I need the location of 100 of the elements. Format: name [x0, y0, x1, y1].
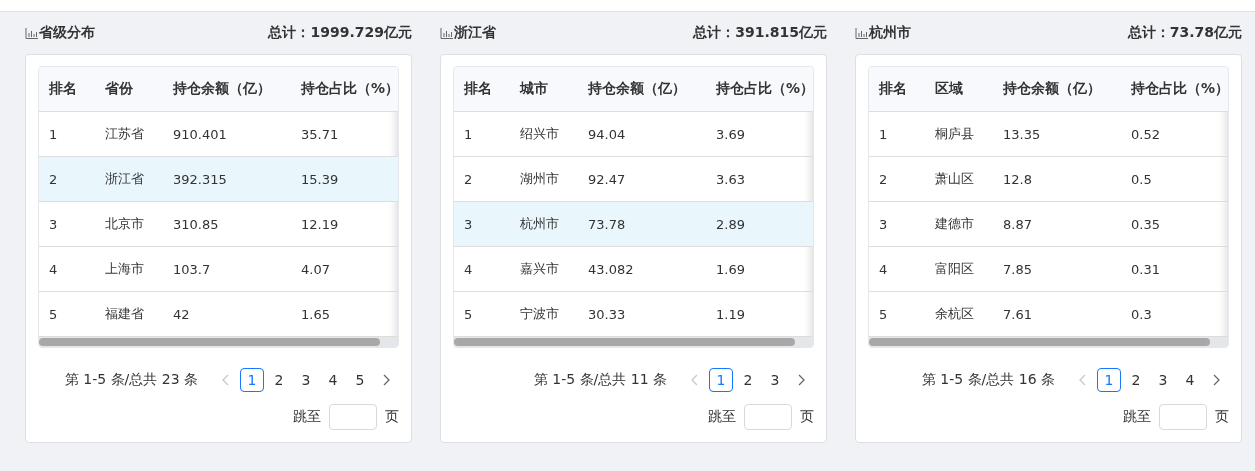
page-suffix: 页 — [1215, 408, 1229, 426]
column-header: 排名 — [48, 80, 78, 98]
table-cell-text: 5 — [878, 306, 889, 322]
table-row[interactable]: 1 绍兴市 94.04 3.69 — [454, 112, 813, 157]
table-cell-text: 92.47 — [587, 171, 627, 187]
chevron-right-icon[interactable] — [1213, 374, 1221, 386]
column-header: 城市 — [518, 80, 549, 98]
column-header: 区域 — [934, 80, 964, 98]
pagination-summary: 第 1-5 条/总共 16 条 — [921, 371, 1055, 389]
column-header: 持仓占比（%） — [1130, 80, 1228, 98]
column-header: 省份 — [104, 80, 134, 98]
table-cell-text: 北京市 — [104, 215, 145, 233]
chevron-right-icon[interactable] — [798, 374, 806, 386]
bar-chart-icon — [855, 27, 868, 39]
column-header: 排名 — [878, 80, 908, 98]
table-cell-text: 上海市 — [104, 260, 145, 278]
total-amount: 总计：391.815亿元 — [693, 24, 827, 42]
jump-label: 跳至 — [1123, 408, 1151, 426]
page-button[interactable]: 1 — [1097, 368, 1121, 392]
table-cell-text: 35.71 — [300, 126, 340, 142]
page-input[interactable] — [329, 404, 377, 430]
table-cell-text: 2.89 — [715, 216, 746, 232]
table-cell-text: 94.04 — [587, 126, 627, 142]
table-cell-text: 嘉兴市 — [519, 260, 560, 278]
table-cell-text: 绍兴市 — [519, 125, 560, 143]
table-cell-text: 310.85 — [172, 216, 220, 232]
table-cell-text: 桐庐县 — [934, 125, 975, 143]
page-button[interactable]: 1 — [240, 368, 264, 392]
horizontal-scrollbar[interactable] — [39, 337, 398, 347]
table-cell-text: 4.07 — [300, 261, 331, 277]
page-input[interactable] — [744, 404, 792, 430]
table-cell-text: 7.85 — [1002, 261, 1033, 277]
table-cell-text: 3.69 — [715, 126, 746, 142]
table-row[interactable]: 3 北京市 310.85 12.19 — [39, 202, 398, 247]
table-cell-text: 1 — [463, 126, 474, 142]
table-cell-text: 富阳区 — [934, 260, 975, 278]
table-cell-text: 1.65 — [300, 306, 331, 322]
table-cell-text: 7.61 — [1002, 306, 1033, 322]
page-button[interactable]: 4 — [321, 368, 345, 392]
table-cell-text: 910.401 — [172, 126, 228, 142]
table-cell-text: 3 — [878, 216, 889, 232]
page-button[interactable]: 5 — [348, 368, 372, 392]
table-cell-text: 30.33 — [587, 306, 627, 322]
table-cell-text: 0.3 — [1130, 306, 1153, 322]
table-cell-text: 江苏省 — [104, 125, 145, 143]
table-cell-text: 1.19 — [715, 306, 746, 322]
jump-label: 跳至 — [708, 408, 736, 426]
table-cell-text: 4 — [463, 261, 474, 277]
page-button[interactable]: 2 — [736, 368, 760, 392]
panel-title: 省级分布 — [39, 24, 95, 42]
page-suffix: 页 — [800, 408, 814, 426]
chevron-right-icon[interactable] — [383, 374, 391, 386]
table-row[interactable]: 3 杭州市 73.78 2.89 — [454, 202, 813, 247]
page-button[interactable]: 2 — [1124, 368, 1148, 392]
table-cell-text: 萧山区 — [934, 170, 975, 188]
panel-title: 杭州市 — [869, 24, 911, 42]
table-cell-text: 73.78 — [587, 216, 627, 232]
table-cell-text: 8.87 — [1002, 216, 1033, 232]
table-row[interactable]: 4 嘉兴市 43.082 1.69 — [454, 247, 813, 292]
table-cell-text: 5 — [48, 306, 59, 322]
table-row[interactable]: 4 富阳区 7.85 0.31 — [869, 247, 1228, 292]
table-cell-text: 2 — [463, 171, 474, 187]
column-header: 持仓占比（%） — [715, 80, 813, 98]
page-button[interactable]: 3 — [1151, 368, 1175, 392]
page-button[interactable]: 2 — [267, 368, 291, 392]
table-cell-text: 0.5 — [1130, 171, 1153, 187]
table-cell-text: 湖州市 — [519, 170, 560, 188]
table-row[interactable]: 2 浙江省 392.315 15.39 — [39, 157, 398, 202]
page-button[interactable]: 4 — [1178, 368, 1202, 392]
table-cell-text: 福建省 — [104, 305, 145, 323]
table-cell-text: 392.315 — [172, 171, 228, 187]
total-amount: 总计：73.78亿元 — [1127, 24, 1242, 42]
horizontal-scrollbar[interactable] — [869, 337, 1228, 347]
total-amount: 总计：1999.729亿元 — [268, 24, 412, 42]
table-cell-text: 0.31 — [1130, 261, 1161, 277]
page-button[interactable]: 3 — [294, 368, 318, 392]
pagination-summary: 第 1-5 条/总共 23 条 — [64, 371, 198, 389]
table-cell-text: 杭州市 — [519, 215, 560, 233]
table-cell-text: 43.082 — [587, 261, 635, 277]
table-cell-text: 15.39 — [300, 171, 340, 187]
table-cell-text: 103.7 — [172, 261, 212, 277]
table-row[interactable]: 4 上海市 103.7 4.07 — [39, 247, 398, 292]
table-cell-text: 3 — [48, 216, 59, 232]
pagination-summary: 第 1-5 条/总共 11 条 — [533, 371, 667, 389]
page-input[interactable] — [1159, 404, 1207, 430]
bar-chart-icon — [25, 27, 38, 39]
column-header: 排名 — [463, 80, 493, 98]
bar-chart-icon — [440, 27, 453, 39]
table-cell-text: 2 — [48, 171, 59, 187]
table-cell-text: 浙江省 — [104, 170, 145, 188]
table-row[interactable]: 3 建德市 8.87 0.35 — [869, 202, 1228, 247]
table-row[interactable]: 2 萧山区 12.8 0.5 — [869, 157, 1228, 202]
table-cell-text: 4 — [878, 261, 889, 277]
horizontal-scrollbar[interactable] — [454, 337, 813, 347]
table-cell-text: 0.52 — [1130, 126, 1161, 142]
table-cell-text: 余杭区 — [934, 305, 975, 323]
page-button[interactable]: 3 — [763, 368, 787, 392]
table-row[interactable]: 1 桐庐县 13.35 0.52 — [869, 112, 1228, 157]
page-button[interactable]: 1 — [709, 368, 733, 392]
column-header: 持仓占比（%） — [300, 80, 398, 98]
